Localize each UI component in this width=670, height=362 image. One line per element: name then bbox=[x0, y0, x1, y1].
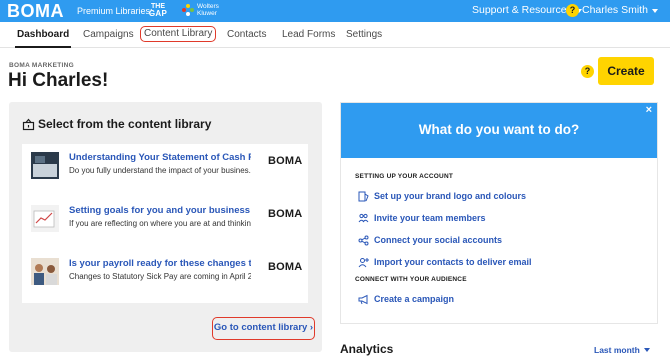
content-thumbnail bbox=[31, 205, 59, 232]
tab-contacts[interactable]: Contacts bbox=[227, 28, 266, 42]
tab-lead-forms[interactable]: Lead Forms bbox=[282, 28, 335, 42]
wolters-kluwer-line1: Wolters bbox=[197, 3, 219, 10]
content-thumbnail bbox=[31, 258, 59, 285]
content-item-title[interactable]: Understanding Your Statement of Cash Fl.… bbox=[69, 152, 251, 164]
share-icon bbox=[358, 235, 369, 246]
content-library-title: Select from the content library bbox=[22, 117, 211, 132]
period-label: Last month bbox=[594, 345, 640, 355]
add-contact-icon bbox=[358, 258, 369, 268]
analytics-title: Analytics bbox=[340, 342, 394, 356]
content-item-description: If you are reflecting on where you are a… bbox=[69, 219, 251, 228]
invite-team-link[interactable]: Invite your team members bbox=[358, 213, 486, 224]
what-to-do-header: × What do you want to do? bbox=[341, 103, 657, 158]
set-up-brand-label: Set up your brand logo and colours bbox=[374, 191, 527, 201]
user-menu[interactable]: Charles Smith bbox=[582, 4, 658, 17]
section-connect-audience: CONNECT WITH YOUR AUDIENCE bbox=[355, 276, 467, 283]
wolters-kluwer-logo[interactable]: Wolters Kluwer bbox=[181, 3, 219, 17]
content-library-title-text: Select from the content library bbox=[38, 117, 212, 131]
brand-icon bbox=[358, 191, 369, 202]
library-box-icon bbox=[22, 118, 35, 131]
boma-logo: BOMA bbox=[268, 261, 303, 273]
tab-campaigns[interactable]: Campaigns bbox=[83, 28, 134, 42]
boma-logo[interactable]: BOMA bbox=[7, 1, 64, 21]
premium-libraries-label: Premium Libraries: bbox=[77, 6, 153, 16]
the-gap-logo-line2: GAP bbox=[148, 9, 168, 18]
the-gap-logo[interactable]: THE GAP bbox=[146, 3, 170, 18]
content-item-description: Changes to Statutory Sick Pay are coming… bbox=[69, 272, 251, 281]
top-bar: BOMA Premium Libraries: THE GAP Wolters … bbox=[0, 0, 670, 22]
set-up-brand-link[interactable]: Set up your brand logo and colours bbox=[358, 191, 526, 202]
tab-dashboard[interactable]: Dashboard bbox=[14, 28, 72, 48]
import-contacts-label: Import your contacts to deliver email bbox=[374, 257, 532, 267]
close-icon[interactable]: × bbox=[646, 105, 652, 116]
chevron-down-icon bbox=[643, 348, 650, 352]
what-to-do-title: What do you want to do? bbox=[418, 122, 580, 137]
period-dropdown[interactable]: Last month bbox=[594, 345, 650, 355]
chevron-down-icon bbox=[651, 8, 658, 13]
content-item-title[interactable]: Setting goals for you and your business … bbox=[69, 205, 251, 217]
create-campaign-link[interactable]: Create a campaign bbox=[358, 294, 454, 305]
connect-social-link[interactable]: Connect your social accounts bbox=[358, 235, 502, 246]
connect-social-label: Connect your social accounts bbox=[374, 235, 503, 245]
content-item[interactable]: Understanding Your Statement of Cash Fl.… bbox=[22, 144, 308, 197]
help-icon[interactable]: ? bbox=[566, 4, 579, 17]
create-campaign-label: Create a campaign bbox=[374, 294, 455, 304]
section-setting-up-account: SETTING UP YOUR ACCOUNT bbox=[355, 173, 454, 180]
import-contacts-link[interactable]: Import your contacts to deliver email bbox=[358, 257, 532, 268]
tab-content-library[interactable]: Content Library bbox=[140, 26, 217, 42]
content-item[interactable]: Is your payroll ready for these changes … bbox=[22, 250, 308, 303]
company-name: BOMA MARKETING bbox=[9, 62, 74, 69]
content-item-description: Do you fully understand the impact of yo… bbox=[69, 166, 251, 175]
help-icon[interactable]: ? bbox=[581, 65, 594, 78]
boma-logo: BOMA bbox=[268, 208, 303, 220]
content-item-title[interactable]: Is your payroll ready for these changes … bbox=[69, 258, 251, 270]
team-icon bbox=[358, 213, 369, 223]
megaphone-icon bbox=[358, 294, 368, 305]
page-title: Hi Charles! bbox=[8, 70, 109, 91]
wolters-kluwer-line2: Kluwer bbox=[197, 10, 217, 17]
boma-logo: BOMA bbox=[268, 155, 303, 167]
content-item[interactable]: Setting goals for you and your business … bbox=[22, 197, 308, 250]
what-to-do-panel: × What do you want to do? SETTING UP YOU… bbox=[340, 102, 658, 324]
content-library-panel: Select from the content library Understa… bbox=[9, 102, 322, 352]
create-button[interactable]: Create bbox=[598, 57, 654, 85]
tab-settings[interactable]: Settings bbox=[346, 28, 382, 42]
wolters-kluwer-icon bbox=[182, 4, 194, 16]
main-nav: Dashboard Campaigns Content Library Cont… bbox=[0, 22, 670, 48]
content-thumbnail bbox=[31, 152, 59, 179]
go-to-content-library-link[interactable]: Go to content library › bbox=[212, 317, 315, 340]
invite-team-label: Invite your team members bbox=[374, 213, 486, 223]
user-name: Charles Smith bbox=[582, 4, 648, 16]
support-resources-label: Support & Resources bbox=[472, 4, 572, 16]
